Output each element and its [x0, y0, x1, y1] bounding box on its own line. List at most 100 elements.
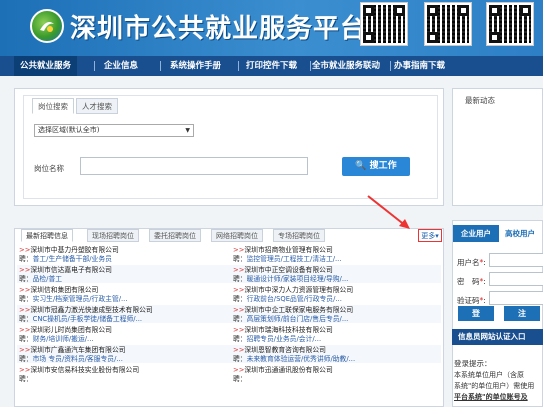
- row-arrow-icon: >>: [233, 286, 245, 294]
- company-name: 深圳市广鑫通汽车集团有限公司: [30, 346, 126, 354]
- job-company-link[interactable]: >>深圳市中深力人力资源管理有限公司: [233, 286, 441, 295]
- job-company-link[interactable]: >>深圳市广鑫通汽车集团有限公司: [19, 346, 227, 355]
- nav-company-info[interactable]: 企业信息: [104, 56, 138, 76]
- job-company-link[interactable]: >>深圳彩儿时尚集团有限公司: [19, 326, 227, 335]
- job-positions-link[interactable]: 聘：财务/培训师/搬运/...: [19, 335, 227, 344]
- job-positions-link[interactable]: 聘：普工/生产储备干部/业务员: [19, 255, 227, 264]
- job-positions-link[interactable]: 聘：品检/普工: [19, 275, 227, 284]
- job-company-link[interactable]: >>深圳恩智教育咨询有限公司: [233, 346, 441, 355]
- company-name: 深圳市招商物业管理有限公司: [244, 246, 333, 254]
- region-select[interactable]: 选择区域(默认全市) ▼: [34, 124, 194, 137]
- tab-onsite-jobs[interactable]: 现场招聘岗位: [87, 229, 139, 242]
- password-input[interactable]: [489, 272, 543, 286]
- hire-label: 聘：: [233, 255, 247, 263]
- qr-code-icon: [360, 2, 408, 46]
- job-positions-link[interactable]: 聘：实习生/档案管理员/行政主管/...: [19, 295, 227, 304]
- job-company-link[interactable]: >>深圳市瑞海科技科技有限公司: [233, 326, 441, 335]
- position-list: 暖通设计师/家装项目经理/导购/...: [246, 275, 349, 283]
- company-name: 深圳市信达嘉电子有限公司: [30, 266, 112, 274]
- tab-position-search[interactable]: 岗位搜索: [32, 98, 74, 114]
- site-title: 深圳市公共就业服务平台: [70, 14, 368, 44]
- tab-latest-jobs[interactable]: 最新招聘信息: [21, 229, 73, 242]
- job-company-link[interactable]: >>深圳市冠鑫力激光快速成型技术有限公司: [19, 306, 227, 315]
- position-list: 市场 专员/资料员/客服专员/...: [32, 355, 123, 363]
- job-company-link[interactable]: >>深圳市安信易科技实业股份有限公司: [19, 366, 227, 375]
- tab-online-jobs[interactable]: 网络招聘岗位: [211, 229, 263, 242]
- username-input[interactable]: [489, 253, 543, 267]
- job-positions-link[interactable]: 聘：: [19, 375, 227, 384]
- header-banner: 深圳市公共就业服务平台: [0, 0, 543, 56]
- company-name: 深圳市中基力丹塑胶有限公司: [30, 246, 119, 254]
- hire-label: 聘：: [19, 315, 33, 323]
- row-arrow-icon: >>: [19, 246, 31, 254]
- position-list: 品检/普工: [32, 275, 63, 283]
- news-panel: 最新动态: [452, 88, 543, 206]
- hire-label: 聘：: [233, 335, 247, 343]
- search-icon: 🔍: [355, 161, 367, 171]
- company-name: 深圳市瑞海科技科技有限公司: [244, 326, 333, 334]
- hire-label: 聘：: [233, 375, 247, 383]
- row-arrow-icon: >>: [233, 306, 245, 314]
- register-button[interactable]: 注: [504, 306, 540, 321]
- position-list: 行政前台/SQE品管/行政专员/...: [246, 295, 342, 303]
- job-company-link[interactable]: >>深圳信和集团有限公司: [19, 286, 227, 295]
- nav-employment-linkage[interactable]: 全市就业服务联动: [312, 56, 380, 76]
- hire-label: 聘：: [233, 275, 247, 283]
- info-officer-entry-button[interactable]: 信息员网站认证入口: [452, 329, 543, 345]
- job-positions-link[interactable]: 聘：: [233, 375, 441, 384]
- main-nav: 公共就业服务 企业信息 系统操作手册 打印控件下载 全市就业服务联动 办事指南下…: [0, 56, 543, 76]
- tab-company-user[interactable]: 企业用户: [453, 225, 499, 242]
- row-arrow-icon: >>: [233, 366, 245, 374]
- tab-commissioned-jobs[interactable]: 委托招聘岗位: [149, 229, 201, 242]
- hire-label: 聘：: [19, 335, 33, 343]
- row-arrow-icon: >>: [19, 266, 31, 274]
- hire-label: 聘：: [19, 355, 33, 363]
- job-company-link[interactable]: >>深圳市招商物业管理有限公司: [233, 246, 441, 255]
- more-link[interactable]: 更多▾: [418, 229, 442, 242]
- job-company-link[interactable]: >>深圳市中正空调设备有限公司: [233, 266, 441, 275]
- nav-operation-manual[interactable]: 系统操作手册: [170, 56, 221, 76]
- login-tip-line: 系统"的单位用户）需使用: [454, 382, 535, 390]
- job-positions-link[interactable]: 聘：市场 专员/资料员/客服专员/...: [19, 355, 227, 364]
- job-company-link[interactable]: >>深圳市迅通通讯股份有限公司: [233, 366, 441, 375]
- chevron-down-icon: ▼: [185, 127, 190, 134]
- page: 深圳市公共就业服务平台 公共就业服务 企业信息 系统操作手册 打印控件下载 全市…: [0, 0, 543, 407]
- qr-code-icon: [424, 2, 472, 46]
- tab-school-user[interactable]: 高校用户: [505, 225, 535, 242]
- row-arrow-icon: >>: [233, 246, 245, 254]
- tab-special-jobs[interactable]: 专场招聘岗位: [273, 229, 325, 242]
- job-company-link[interactable]: >>深圳市信达嘉电子有限公司: [19, 266, 227, 275]
- hire-label: 聘：: [19, 275, 33, 283]
- search-form: 岗位搜索 人才搜索 选择区域(默认全市) ▼ 岗位名称 🔍 搜工作: [23, 95, 438, 199]
- hire-label: 聘：: [19, 375, 33, 383]
- row-arrow-icon: >>: [19, 366, 31, 374]
- job-positions-link[interactable]: 聘：CNC操机员/手板学徒/储备工程师/...: [19, 315, 227, 324]
- company-name: 深圳市中正空调设备有限公司: [244, 266, 333, 274]
- login-button[interactable]: 登: [458, 306, 494, 321]
- company-name: 深圳市中深力人力资源管理有限公司: [244, 286, 354, 294]
- position-list: 监控管理员/工程技工/清洁工/...: [246, 255, 342, 263]
- position-list: 财务/培训师/搬运/...: [32, 335, 94, 343]
- position-name-input[interactable]: [80, 157, 308, 175]
- username-label: 用户名*:: [457, 258, 486, 267]
- company-name: 深圳市迅通通讯股份有限公司: [244, 366, 333, 374]
- job-positions-link[interactable]: 聘：暖通设计师/家装项目经理/导购/...: [233, 275, 441, 284]
- company-name: 深圳市冠鑫力激光快速成型技术有限公司: [30, 306, 153, 314]
- login-tip-line: 平台系统"的单位账号及: [454, 393, 528, 401]
- nav-public-employment[interactable]: 公共就业服务: [14, 56, 78, 76]
- row-arrow-icon: >>: [19, 306, 31, 314]
- captcha-input[interactable]: [489, 291, 543, 305]
- job-positions-link[interactable]: 聘：高层策划师/前台门店/售后专员/...: [233, 315, 441, 324]
- tab-talent-search[interactable]: 人才搜索: [76, 98, 118, 114]
- job-positions-link[interactable]: 聘：未来教育体验运营/优秀讲师/助教/...: [233, 355, 441, 364]
- job-company-link[interactable]: >>深圳市中企工联保家电服务有限公司: [233, 306, 441, 315]
- job-positions-link[interactable]: 聘：招聘专员/业务员/会计/...: [233, 335, 441, 344]
- search-jobs-button[interactable]: 🔍 搜工作: [342, 157, 410, 176]
- job-company-link[interactable]: >>深圳市中基力丹塑胶有限公司: [19, 246, 227, 255]
- nav-print-control-download[interactable]: 打印控件下载: [246, 56, 297, 76]
- job-positions-link[interactable]: 聘：监控管理员/工程技工/清洁工/...: [233, 255, 441, 264]
- nav-guide-download[interactable]: 办事指南下载: [394, 56, 445, 76]
- job-positions-link[interactable]: 聘：行政前台/SQE品管/行政专员/...: [233, 295, 441, 304]
- login-tip-line: 本系统单位用户（含原: [454, 371, 524, 379]
- login-tip-title: 登录提示：: [454, 359, 492, 368]
